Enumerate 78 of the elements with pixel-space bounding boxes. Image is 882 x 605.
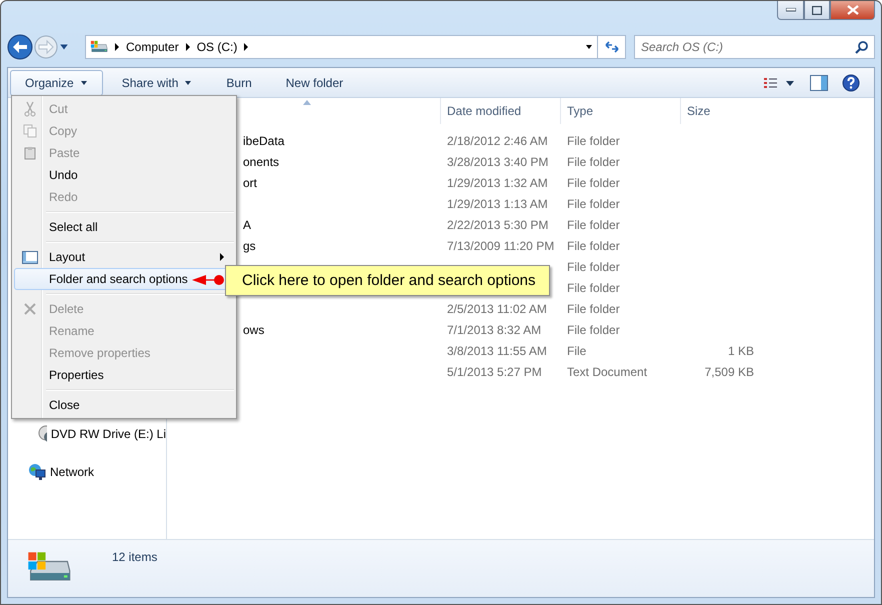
- toolbar-button[interactable]: Burn: [211, 70, 267, 96]
- menu-item[interactable]: Close: [14, 394, 234, 416]
- type-cell-text: File folder: [566, 280, 621, 294]
- search-field[interactable]: Search OS (C:): [634, 35, 875, 59]
- clipboard-icon: [24, 146, 36, 160]
- type-cell-text: File folder: [566, 154, 621, 168]
- refresh-icon: [604, 40, 620, 54]
- date-cell-text: 7/13/2009 11:20 PM: [446, 238, 554, 252]
- file-name[interactable]: ort: [243, 176, 258, 190]
- breadcrumb[interactable]: Computer: [126, 40, 179, 54]
- date-cell-text: 2/22/2013 5:30 PM: [446, 218, 548, 232]
- date-cell-text: 1/29/2013 1:32 AM: [446, 176, 548, 190]
- date-cell-text: 1/29/2013 1:13 AM: [446, 196, 548, 210]
- chevron-icon: [114, 43, 120, 51]
- dvd-drive-icon: [38, 425, 47, 443]
- menu-item[interactable]: Undo: [14, 164, 234, 186]
- delete-icon: [23, 302, 37, 316]
- toolbar-button[interactable]: Organize: [10, 70, 103, 96]
- date-cell-text: 7/1/2013 8:32 AM: [446, 322, 542, 336]
- item-count: 12 items: [112, 550, 158, 564]
- type-cell-text: File folder: [566, 302, 621, 316]
- maximize-icon: [812, 6, 822, 14]
- type-cell-text: Text Document: [566, 364, 648, 378]
- minimize-icon: [786, 8, 796, 12]
- chevron-icon: [184, 43, 191, 51]
- nav-item[interactable]: Network: [50, 465, 94, 479]
- type-cell-text: File folder: [566, 176, 621, 190]
- pointer-arrow-tooltip: [192, 273, 225, 287]
- size-cell: 7,509 KB: [704, 364, 754, 378]
- preview-pane-icon[interactable]: [810, 74, 828, 90]
- layout-icon: [22, 250, 38, 264]
- nav-item[interactable]: DVD RW Drive (E:) Li: [50, 427, 166, 441]
- file-name[interactable]: ibeData: [243, 134, 284, 148]
- file-name[interactable]: A: [243, 218, 252, 232]
- maximize-button[interactable]: [804, 1, 830, 20]
- file-name[interactable]: gs: [243, 238, 256, 252]
- column-header[interactable]: Size: [680, 98, 760, 124]
- breadcrumb[interactable]: OS (C:): [196, 40, 238, 54]
- close-icon: [846, 5, 858, 15]
- date-cell-text: 5/1/2013 5:27 PM: [446, 364, 542, 378]
- column-header[interactable]: Type: [560, 98, 680, 124]
- menu-item[interactable]: Properties: [14, 364, 234, 386]
- file-name[interactable]: onents: [243, 154, 280, 168]
- help-icon[interactable]: [842, 74, 860, 92]
- type-cell-text: File folder: [566, 322, 621, 336]
- search-icon: [855, 40, 868, 54]
- date-cell-text: 3/8/2013 11:55 AM: [446, 344, 547, 358]
- refresh-button[interactable]: [598, 35, 626, 59]
- type-cell-text: File folder: [566, 238, 621, 252]
- type-cell-text: File folder: [566, 196, 621, 210]
- recent-pages-icon[interactable]: [59, 42, 69, 52]
- type-cell-text: File folder: [566, 134, 621, 148]
- address-bar[interactable]: Computer OS (C:): [85, 35, 598, 59]
- size-cell: 1 KB: [728, 344, 754, 358]
- type-cell-text: File folder: [566, 218, 621, 232]
- type-cell-text: File folder: [566, 260, 621, 274]
- file-name[interactable]: ows: [243, 322, 264, 336]
- dropdown-icon[interactable]: [585, 43, 593, 51]
- column-header[interactable]: Date modified: [440, 98, 560, 124]
- type-cell-text: File: [566, 344, 588, 358]
- network-icon: [28, 463, 46, 481]
- view-options-icon[interactable]: [764, 76, 796, 88]
- chevron-icon: [243, 43, 250, 51]
- sort-arrow-icon: [302, 100, 310, 105]
- copy-icon: [23, 124, 37, 138]
- toolbar-button[interactable]: New folder: [270, 70, 358, 96]
- date-cell-text: 2/18/2012 2:46 AM: [446, 134, 548, 148]
- close-button[interactable]: [830, 1, 875, 20]
- menu-item[interactable]: Select all: [14, 216, 234, 238]
- date-cell-text: 2/5/2013 11:02 AM: [446, 302, 547, 316]
- callout-tooltip: Click here to open folder and search options: [225, 265, 550, 296]
- toolbar-button[interactable]: Share with: [106, 70, 208, 96]
- drive-icon: [90, 40, 108, 54]
- menu-item[interactable]: Layout: [14, 246, 234, 268]
- minimize-button[interactable]: [777, 1, 804, 20]
- date-cell-text: 3/28/2013 3:40 PM: [446, 154, 548, 168]
- back-button[interactable]: [7, 34, 33, 60]
- scissors-icon: [24, 101, 36, 117]
